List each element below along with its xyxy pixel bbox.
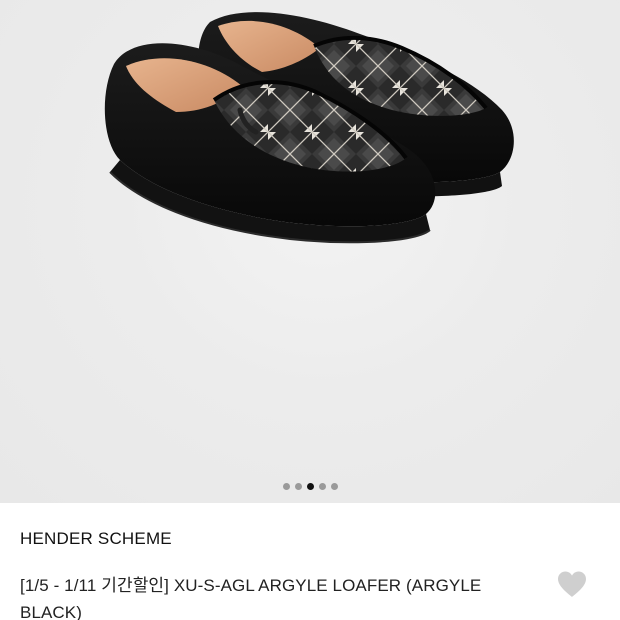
pager-dot-3-active[interactable] bbox=[306, 482, 314, 490]
pager-dot-4[interactable] bbox=[318, 482, 326, 490]
brand-name[interactable]: HENDER SCHEME bbox=[20, 529, 172, 549]
pager-dot-1[interactable] bbox=[282, 482, 290, 490]
product-title: [1/5 - 1/11 기간할인] XU-S-AGL ARGYLE LOAFER… bbox=[20, 576, 482, 620]
product-detail-screen: HENDER SCHEME [1/5 - 1/11 기간할인] XU-S-AGL… bbox=[0, 0, 620, 620]
product-image-gallery[interactable] bbox=[0, 0, 620, 503]
heart-icon bbox=[558, 571, 586, 597]
pager-dot-2[interactable] bbox=[294, 482, 302, 490]
wishlist-button[interactable] bbox=[556, 570, 588, 598]
image-pager bbox=[0, 481, 620, 491]
pager-dot-5[interactable] bbox=[330, 482, 338, 490]
product-image bbox=[104, 12, 514, 244]
